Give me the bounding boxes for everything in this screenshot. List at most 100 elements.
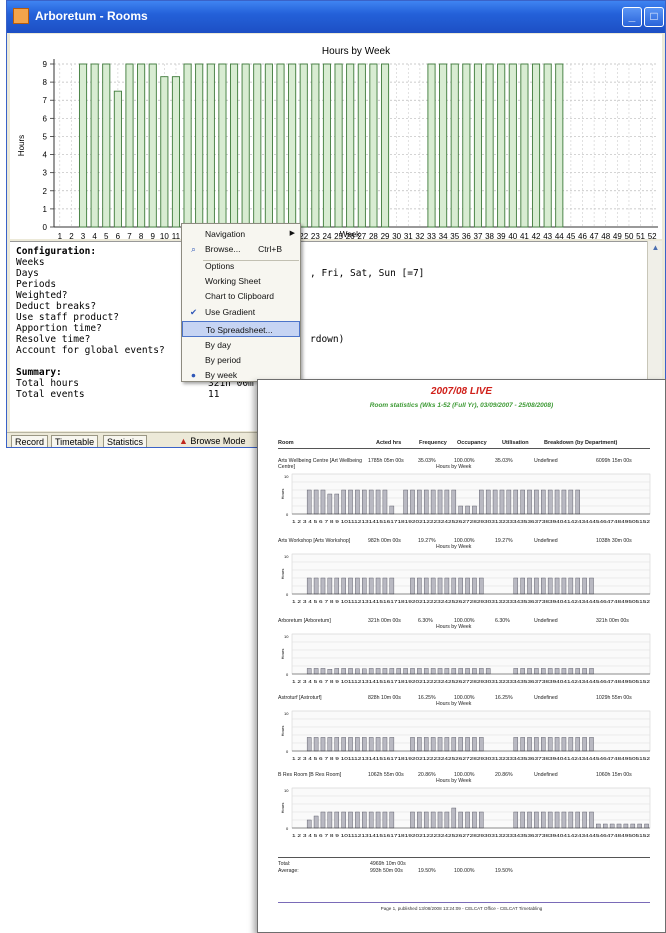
- chart-bar: [473, 63, 483, 228]
- room-name: Arts Workshop [Arts Workshop]: [278, 538, 351, 544]
- mini-bar: [437, 489, 443, 515]
- mini-bar: [568, 668, 574, 675]
- y-axis-label: Hours: [17, 135, 26, 156]
- checkmark-icon: ✔: [189, 307, 198, 317]
- x-tick-label: 5: [104, 232, 109, 239]
- tab-timetable[interactable]: Timetable: [51, 435, 99, 447]
- scroll-up-icon[interactable]: ▲: [650, 243, 661, 254]
- menu-item-navigation[interactable]: Navigation ▶: [182, 226, 300, 242]
- x-tick-label: 33: [427, 232, 436, 239]
- mini-bar: [306, 737, 312, 752]
- mini-bar: [355, 668, 360, 675]
- mini-bar: [513, 811, 519, 829]
- room-hours: 982h 00m 00s: [368, 538, 401, 544]
- mini-y-tick: 10: [284, 788, 289, 793]
- chart-bar: [450, 63, 459, 228]
- mini-bar: [320, 668, 326, 675]
- mini-bar: [313, 737, 319, 752]
- tab-record[interactable]: Record: [11, 435, 49, 447]
- mini-bar: [341, 737, 346, 752]
- minimize-button[interactable]: _: [622, 7, 642, 27]
- mini-bar: [313, 668, 319, 675]
- report-subtitle: Room statistics (Wks 1-52 (Full Yr), 03/…: [369, 402, 554, 409]
- mini-x-ticks: 1 2 3 4 5 6 7 8 9 1011121314151617181920…: [292, 519, 651, 524]
- room-breakdown: Undefined: [534, 695, 558, 701]
- config-label: Weeks: [16, 257, 45, 268]
- mini-bar: [575, 668, 580, 675]
- config-label: Periods: [16, 279, 57, 290]
- mini-bar: [547, 668, 553, 675]
- room-utilisation: 20.86%: [495, 772, 513, 778]
- x-tick-label: 7: [127, 232, 132, 239]
- mini-bar: [547, 489, 553, 515]
- x-tick-label: 44: [555, 232, 564, 239]
- mini-bar: [368, 577, 374, 595]
- mini-chart: 0 10 Hours 1 2 3 4 5 6 7 8 9 10111213141516…: [280, 553, 651, 604]
- mini-bar: [423, 668, 429, 675]
- hours-by-week-chart[interactable]: Hours by Week012345678912345678910111213…: [10, 34, 662, 239]
- mini-bar: [527, 668, 532, 675]
- config-label: Total events: [16, 389, 85, 400]
- x-tick-label: 24: [323, 232, 332, 239]
- mini-bar: [423, 489, 429, 515]
- mini-bar: [465, 668, 470, 675]
- config-row: Resolve time?: [16, 334, 90, 345]
- mini-bar: [554, 737, 560, 752]
- room-breakdown: Undefined: [534, 538, 558, 544]
- menu-item-working-sheet[interactable]: Working Sheet: [182, 273, 300, 289]
- mini-bar: [561, 811, 567, 829]
- y-tick-label: 7: [43, 96, 48, 105]
- mini-bar: [465, 737, 470, 752]
- maximize-button[interactable]: □: [644, 7, 664, 27]
- mini-y-tick: 0: [286, 592, 289, 597]
- col-header-breakdown: Breakdown (by Department): [544, 440, 618, 446]
- room-hours: 1062h 55m 00s: [368, 772, 404, 778]
- mini-x-ticks: 1 2 3 4 5 6 7 8 9 1011121314151617181920…: [292, 679, 651, 684]
- y-tick-label: 3: [43, 169, 48, 178]
- mini-y-tick: 0: [286, 826, 289, 831]
- chart-bar: [508, 63, 517, 228]
- menu-item-options[interactable]: Options: [182, 258, 300, 274]
- mini-bar: [306, 819, 312, 829]
- mini-bar: [520, 577, 525, 595]
- chart-bar: [357, 63, 366, 228]
- mini-bar: [375, 577, 381, 595]
- x-tick-label: 23: [311, 232, 320, 239]
- mini-bar: [451, 577, 457, 595]
- mini-y-label: Hours: [280, 649, 285, 660]
- mini-bar: [417, 737, 422, 752]
- report-footer: Page 1, published 13/08/2008 13:24:09 - …: [380, 906, 543, 911]
- mini-y-label: Hours: [280, 489, 285, 500]
- mini-bar: [527, 577, 532, 595]
- mini-bar: [451, 737, 457, 752]
- room-dept: 1029h 55m 00s: [596, 695, 632, 701]
- mini-y-tick: 10: [284, 634, 289, 639]
- y-tick-label: 5: [43, 132, 48, 141]
- total-divider: [278, 857, 650, 858]
- x-tick-label: 3: [81, 232, 86, 239]
- title-bar[interactable]: Arboretum - Rooms _ □ ✕: [7, 1, 665, 33]
- mini-bar: [596, 823, 601, 829]
- tab-statistics[interactable]: Statistics: [103, 435, 148, 447]
- config-row: Use staff product?: [16, 312, 119, 323]
- mini-bar: [389, 668, 395, 675]
- mini-bar: [382, 811, 388, 829]
- x-tick-label: 48: [601, 232, 610, 239]
- mini-bar: [348, 811, 353, 829]
- mini-bar: [382, 737, 388, 752]
- menu-item-by-day[interactable]: By day: [182, 337, 300, 353]
- menu-item-to-spreadsheet[interactable]: To Spreadsheet...: [182, 321, 300, 337]
- menu-item-browse[interactable]: ⌕ Browse... Ctrl+B: [182, 241, 300, 257]
- menu-item-by-period[interactable]: By period: [182, 352, 300, 368]
- config-row: Periods: [16, 279, 56, 290]
- menu-shortcut: Ctrl+B: [258, 244, 282, 254]
- mini-bar: [417, 811, 422, 829]
- chart-bar: [148, 63, 157, 228]
- mini-bar: [589, 668, 594, 675]
- mini-bar: [410, 577, 415, 595]
- mini-chart: 0 10 Hours 1 2 3 4 5 6 7 8 9 10111213141516…: [280, 633, 651, 684]
- chart-bar: [322, 63, 332, 228]
- y-tick-label: 4: [43, 151, 48, 160]
- menu-item-chart-to-clipboard[interactable]: Chart to Clipboard: [182, 288, 300, 304]
- menu-item-use-gradient[interactable]: ✔ Use Gradient: [182, 304, 300, 320]
